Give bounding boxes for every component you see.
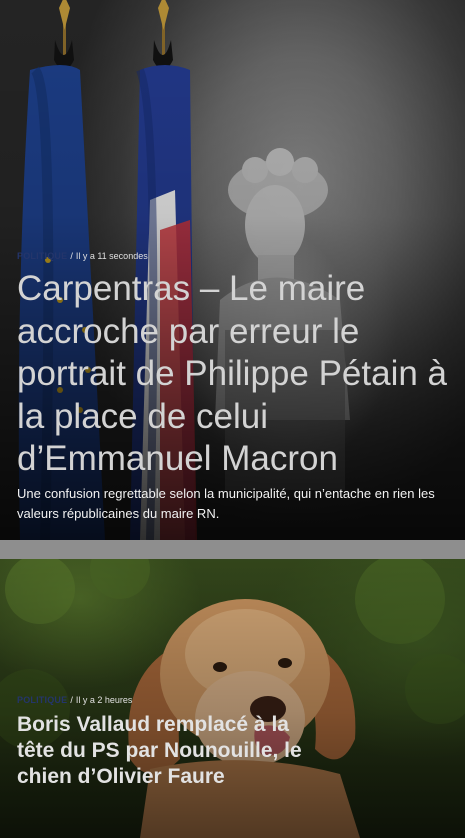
timestamp: Il y a 2 heures (75, 695, 133, 705)
article-title[interactable]: Boris Vallaud remplacé à la tête du PS p… (17, 712, 317, 790)
article-card-carpentras[interactable]: POLITIQUE / Il y a 11 secondes Carpentras … (0, 0, 465, 540)
article-card-vallaud[interactable]: POLITIQUE / Il y a 2 heures Boris Vallaud … (0, 559, 465, 838)
article-summary: Une confusion regrettable selon la munic… (17, 486, 435, 521)
article-meta: POLITIQUE / Il y a 2 heures (17, 695, 132, 705)
category-link[interactable]: POLITIQUE (17, 251, 67, 261)
meta-separator: / (70, 251, 73, 261)
article-title[interactable]: Carpentras – Le maire accroche par erreu… (17, 268, 457, 481)
category-link[interactable]: POLITIQUE (17, 695, 67, 705)
article-divider (0, 540, 465, 559)
article-meta: POLITIQUE / Il y a 11 secondes (17, 251, 148, 261)
meta-separator: / (70, 695, 73, 705)
timestamp: Il y a 11 secondes (75, 251, 148, 261)
